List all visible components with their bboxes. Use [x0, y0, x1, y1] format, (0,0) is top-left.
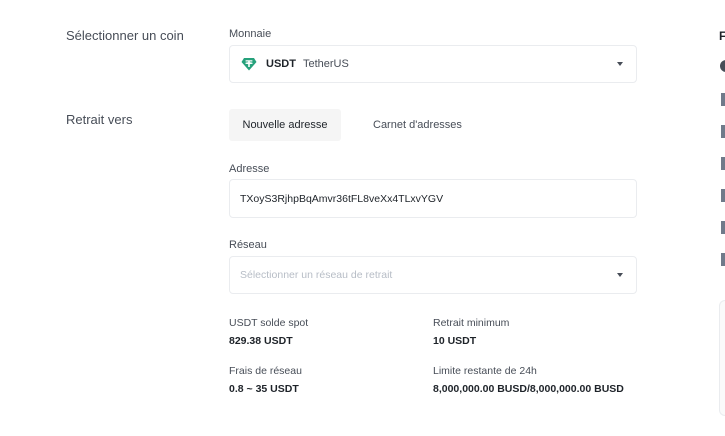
side-panel-item[interactable]: [721, 125, 725, 138]
network-fee-label: Frais de réseau: [229, 365, 302, 377]
network-fee-value: 0.8 ~ 35 USDT: [229, 383, 299, 395]
step-label-withdraw-to: Retrait vers: [66, 112, 133, 127]
coin-name: TetherUS: [302, 58, 349, 70]
network-label: Réseau: [229, 239, 267, 251]
address-input[interactable]: [229, 179, 637, 218]
network-placeholder: Sélectionner un réseau de retrait: [240, 269, 393, 281]
spot-balance-value: 829.38 USDT: [229, 335, 293, 347]
chevron-down-icon: [617, 62, 623, 66]
chevron-down-icon: [617, 273, 623, 277]
coin-select[interactable]: USDT TetherUS: [229, 45, 637, 83]
currency-label: Monnaie: [229, 28, 272, 40]
side-panel-item[interactable]: [721, 253, 725, 266]
side-panel-item[interactable]: [721, 221, 725, 234]
spot-balance-label: USDT solde spot: [229, 317, 309, 329]
network-select[interactable]: Sélectionner un réseau de retrait: [229, 256, 637, 294]
side-panel-card: [719, 300, 725, 416]
side-panel-bullet-icon: [720, 60, 725, 72]
usdt-icon: [241, 56, 257, 72]
side-panel-item[interactable]: [721, 189, 725, 202]
tab-address-book[interactable]: Carnet d'adresses: [362, 109, 473, 141]
limit-value: 8,000,000.00 BUSD/8,000,000.00 BUSD: [433, 383, 624, 395]
step-label-select-coin: Sélectionner un coin: [66, 28, 184, 43]
min-withdraw-value: 10 USDT: [433, 335, 477, 347]
side-panel-item[interactable]: [721, 157, 725, 170]
tab-new-address[interactable]: Nouvelle adresse: [229, 109, 341, 141]
side-panel-heading: F: [719, 29, 725, 43]
side-panel-item[interactable]: [721, 93, 725, 106]
address-label: Adresse: [229, 163, 270, 175]
limit-label: Limite restante de 24h: [433, 365, 537, 377]
coin-symbol: USDT: [266, 58, 296, 70]
min-withdraw-label: Retrait minimum: [433, 317, 510, 329]
